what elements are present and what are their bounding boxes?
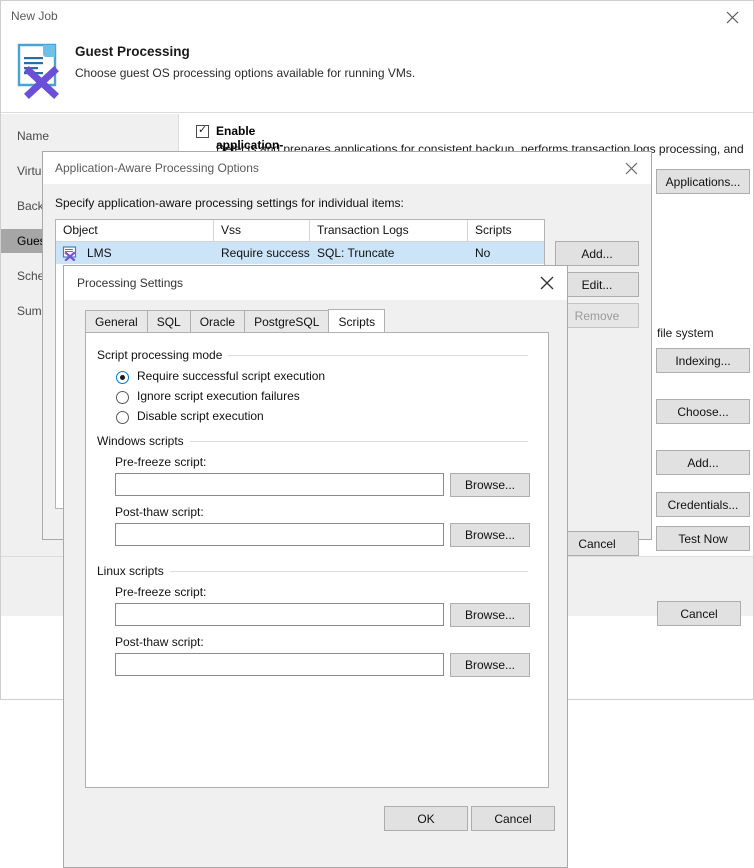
windows-pre-freeze-browse-button[interactable]: Browse... (450, 473, 530, 497)
linux-scripts-group-label: Linux scripts (97, 564, 170, 578)
linux-post-thaw-label: Post-thaw script: (115, 635, 204, 649)
wizard-header: Guest Processing Choose guest OS process… (1, 31, 753, 113)
sidebar-item-name[interactable]: Name (1, 124, 179, 148)
windows-post-thaw-input[interactable] (115, 523, 444, 546)
ps-titlebar: Processing Settings (64, 266, 567, 300)
linux-post-thaw-browse-button[interactable]: Browse... (450, 653, 530, 677)
indexing-button[interactable]: Indexing... (656, 348, 750, 373)
windows-pre-freeze-label: Pre-freeze script: (115, 455, 207, 469)
tab-general[interactable]: General (85, 310, 147, 333)
ps-body: General SQL Oracle PostgreSQL Scripts Sc… (64, 300, 567, 867)
aap-titlebar: Application-Aware Processing Options (43, 152, 651, 184)
windows-pre-freeze-input[interactable] (115, 473, 444, 496)
credentials-button[interactable]: Credentials... (656, 492, 750, 517)
test-now-button[interactable]: Test Now (656, 526, 750, 551)
screen-root: New Job Guest Processing Choose guest OS… (0, 0, 754, 868)
linux-pre-freeze-browse-button[interactable]: Browse... (450, 603, 530, 627)
radio-label-require-successful-script-execution: Require successful script execution (137, 369, 326, 383)
radio-disable-script-execution[interactable] (116, 411, 129, 424)
radio-ignore-script-execution-failures[interactable] (116, 391, 129, 404)
enable-app-aware-processing-checkbox[interactable] (196, 123, 209, 138)
linux-post-thaw-input[interactable] (115, 653, 444, 676)
table-row[interactable]: LMS Require success SQL: Truncate No (56, 242, 544, 264)
choose-button[interactable]: Choose... (656, 399, 750, 424)
processing-settings-tabs: General SQL Oracle PostgreSQL Scripts (85, 309, 386, 333)
tab-scripts[interactable]: Scripts (328, 309, 386, 333)
grid-header-row: Object Vss Transaction Logs Scripts (56, 220, 544, 242)
scripts-tab-panel: Script processing mode Require successfu… (85, 332, 549, 788)
aap-dialog-title: Application-Aware Processing Options (55, 161, 259, 175)
column-header-transaction-logs[interactable]: Transaction Logs (310, 220, 468, 241)
page-title: Guest Processing (75, 44, 190, 59)
guest-processing-document-icon (13, 41, 65, 99)
processing-settings-dialog: Processing Settings General SQL Oracle P… (63, 265, 568, 868)
aap-instruction-text: Specify application-aware processing set… (55, 196, 404, 210)
column-header-vss[interactable]: Vss (214, 220, 310, 241)
page-subtitle: Choose guest OS processing options avail… (75, 66, 416, 80)
wizard-titlebar: New Job (1, 1, 753, 31)
applications-button[interactable]: Applications... (656, 169, 750, 194)
wizard-title: New Job (11, 9, 58, 23)
tab-sql[interactable]: SQL (146, 310, 190, 333)
processing-settings-cancel-button[interactable]: Cancel (471, 806, 555, 831)
aap-add-button[interactable]: Add... (555, 241, 639, 266)
close-icon[interactable] (535, 273, 559, 293)
linux-pre-freeze-input[interactable] (115, 603, 444, 626)
linux-pre-freeze-label: Pre-freeze script: (115, 585, 207, 599)
windows-post-thaw-browse-button[interactable]: Browse... (450, 523, 530, 547)
close-icon[interactable] (619, 158, 643, 178)
processing-settings-ok-button[interactable]: OK (384, 806, 468, 831)
column-header-object[interactable]: Object (56, 220, 214, 241)
tab-oracle[interactable]: Oracle (189, 310, 245, 333)
windows-post-thaw-label: Post-thaw script: (115, 505, 204, 519)
group-divider (222, 355, 528, 356)
cell-vss: Require success (221, 246, 310, 260)
close-icon[interactable] (719, 6, 745, 28)
cell-scripts: No (475, 246, 491, 260)
windows-scripts-group-label: Windows scripts (97, 434, 190, 448)
script-processing-mode-group-label: Script processing mode (97, 348, 229, 362)
add-credentials-button[interactable]: Add... (656, 450, 750, 475)
cell-transaction-logs: SQL: Truncate (317, 246, 395, 260)
processing-settings-title: Processing Settings (77, 276, 184, 290)
radio-label-disable-script-execution: Disable script execution (137, 409, 264, 423)
cell-object: LMS (87, 246, 112, 260)
column-header-scripts[interactable]: Scripts (468, 220, 544, 241)
wizard-cancel-button[interactable]: Cancel (657, 601, 741, 626)
tab-postgresql[interactable]: PostgreSQL (244, 310, 329, 333)
radio-require-successful-script-execution[interactable] (116, 371, 129, 384)
file-system-indexing-text: file system (657, 326, 714, 340)
vm-object-icon (62, 245, 78, 262)
group-divider (164, 571, 528, 572)
radio-label-ignore-script-execution-failures: Ignore script execution failures (137, 389, 300, 403)
group-divider (184, 441, 528, 442)
